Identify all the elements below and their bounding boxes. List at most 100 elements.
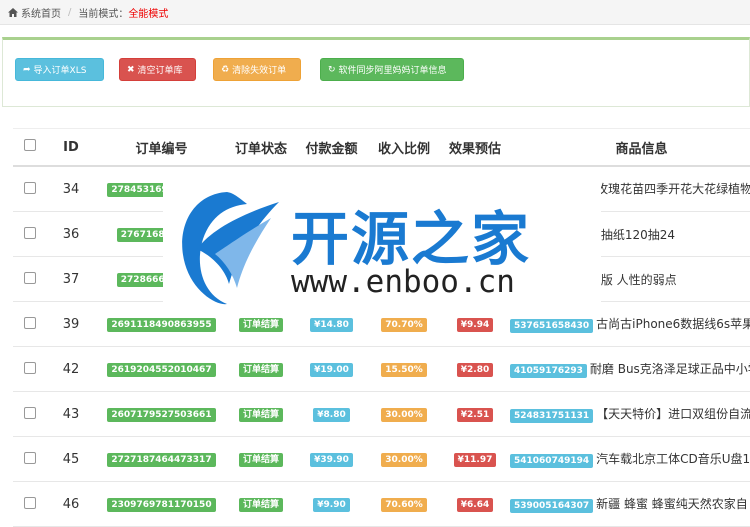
column-header: 商品信息 bbox=[510, 128, 750, 167]
amount-cell: ¥19.00 bbox=[295, 346, 368, 392]
purge-invalid-label: 清除失效订单 bbox=[232, 66, 287, 76]
table-row[interactable]: 37 2728666909352 订单结算 全本无删减版 正版 人性的弱点 bbox=[13, 256, 750, 302]
clear-orders-button[interactable]: ✖ 清空订单库 bbox=[119, 58, 196, 81]
order-id: 34 bbox=[46, 166, 96, 212]
table-row[interactable]: 36 2767168290932 订单结算 亨奇纸巾 婴幼儿抽纸120抽24 bbox=[13, 211, 750, 257]
amount-cell: ¥8.80 bbox=[295, 391, 368, 437]
row-checkbox[interactable] bbox=[23, 226, 36, 239]
order-id: 45 bbox=[46, 436, 96, 482]
ratio-cell bbox=[368, 256, 440, 302]
product-cell: 542232638550 玫瑰花苗四季开花大花绿植物 bbox=[510, 166, 750, 212]
close-icon: ✖ bbox=[127, 64, 135, 75]
order-status-cell: 订单付款 bbox=[227, 166, 295, 212]
column-header: 订单编号 bbox=[96, 128, 227, 167]
column-header: 效果预估 bbox=[440, 128, 510, 167]
order-status-cell: 订单结算 bbox=[227, 301, 295, 347]
estimate-badge: ¥11.97 bbox=[453, 453, 497, 467]
row-checkbox[interactable] bbox=[23, 316, 36, 329]
product-name-link[interactable]: 【天天特价】进口双组份自流 bbox=[596, 407, 750, 421]
product-cell: 亨奇纸巾 婴幼儿抽纸120抽24 bbox=[510, 211, 750, 257]
mode-value: 全能模式 bbox=[128, 8, 169, 20]
estimate-cell: ¥11.97 bbox=[440, 436, 510, 482]
row-checkbox[interactable] bbox=[23, 181, 36, 194]
column-header: 收入比例 bbox=[368, 128, 440, 167]
row-checkbox[interactable] bbox=[23, 496, 36, 509]
clear-orders-label: 清空订单库 bbox=[137, 66, 183, 76]
table-row[interactable]: 34 2784531698241997 订单付款 ¥1.10 10.50% ¥0.12 54… bbox=[13, 166, 750, 212]
column-header: ID bbox=[46, 128, 96, 167]
row-checkbox[interactable] bbox=[23, 271, 36, 284]
item-id-badge: 539005164307 bbox=[510, 499, 594, 513]
estimate-badge: ¥2.51 bbox=[456, 408, 494, 422]
order-status-cell: 订单结算 bbox=[227, 436, 295, 482]
row-select-cell bbox=[13, 166, 46, 212]
product-cell: 全本无删减版 正版 人性的弱点 bbox=[510, 256, 750, 302]
ratio-cell: 15.50% bbox=[368, 346, 440, 392]
amount-cell: ¥9.90 bbox=[295, 481, 368, 527]
row-select-cell bbox=[13, 256, 46, 302]
item-id-badge: 524831751131 bbox=[510, 409, 594, 423]
order-number-cell: 2767168290932 bbox=[96, 211, 227, 257]
product-name-link[interactable]: 古尚古iPhone6数据线6s苹果5 bbox=[596, 317, 750, 331]
row-checkbox[interactable] bbox=[23, 451, 36, 464]
order-number-badge: 2767168290932 bbox=[116, 228, 207, 242]
estimate-cell: ¥2.80 bbox=[440, 346, 510, 392]
row-select-cell bbox=[13, 391, 46, 437]
product-name-link[interactable]: 亨奇纸巾 婴幼儿抽纸120抽24 bbox=[513, 228, 675, 242]
order-number-badge: 2727187464473317 bbox=[107, 453, 216, 467]
row-checkbox[interactable] bbox=[23, 361, 36, 374]
product-cell: 537651658430 古尚古iPhone6数据线6s苹果5 bbox=[510, 301, 750, 347]
order-id: 36 bbox=[46, 211, 96, 257]
import-icon: ➦ bbox=[23, 64, 31, 75]
row-checkbox[interactable] bbox=[23, 406, 36, 419]
import-xls-button[interactable]: ➦ 导入订单XLS bbox=[15, 58, 104, 81]
order-id: 43 bbox=[46, 391, 96, 437]
ratio-cell: 30.00% bbox=[368, 391, 440, 437]
table-row[interactable]: 43 2607179527503661 订单结算 ¥8.80 30.00% ¥2.51 52… bbox=[13, 391, 750, 437]
order-id: 39 bbox=[46, 301, 96, 347]
product-name-link[interactable]: 全本无删减版 正版 人性的弱点 bbox=[513, 273, 677, 287]
product-name-link[interactable]: 耐磨 Bus克洛泽足球正品中小学 bbox=[590, 362, 750, 376]
order-status-badge: 订单结算 bbox=[238, 318, 283, 332]
table-row[interactable]: 42 2619204552010467 订单结算 ¥19.00 15.50% ¥2.80 4… bbox=[13, 346, 750, 392]
estimate-cell bbox=[440, 256, 510, 302]
table-row[interactable]: 46 2309769781170150 订单结算 ¥9.90 70.60% ¥6.64 53… bbox=[13, 481, 750, 527]
order-id: 46 bbox=[46, 481, 96, 527]
order-status-cell: 订单结算 bbox=[227, 391, 295, 437]
amount-badge: ¥9.90 bbox=[313, 498, 350, 512]
order-id: 37 bbox=[46, 256, 96, 302]
estimate-cell: ¥6.64 bbox=[440, 481, 510, 527]
order-number-badge: 2607179527503661 bbox=[107, 408, 216, 422]
product-cell: 41059176293 耐磨 Bus克洛泽足球正品中小学 bbox=[510, 346, 750, 392]
purge-invalid-button[interactable]: ♻ 清除失效订单 bbox=[213, 58, 301, 81]
order-number-badge: 2728666909352 bbox=[116, 273, 207, 287]
ratio-cell: 10.50% bbox=[368, 166, 440, 212]
item-id-badge: 542232638550 bbox=[510, 184, 594, 198]
estimate-badge: ¥6.64 bbox=[456, 498, 494, 512]
order-status-badge: 订单结算 bbox=[238, 453, 283, 467]
order-number-cell: 2728666909352 bbox=[96, 256, 227, 302]
sync-orders-button[interactable]: ↻ 软件同步阿里妈妈订单信息 bbox=[320, 58, 464, 81]
row-select-cell bbox=[13, 346, 46, 392]
recycle-icon: ♻ bbox=[221, 64, 230, 75]
row-select-cell bbox=[13, 481, 46, 527]
table-row[interactable]: 39 2691118490863955 订单结算 ¥14.80 70.70% ¥9.94 5… bbox=[13, 301, 750, 347]
select-all-checkbox[interactable] bbox=[23, 139, 36, 151]
orders-table: ID 订单编号 订单状态 付款金额 收入比例 效果预估 商品信息 34 27845… bbox=[13, 128, 750, 527]
product-name-link[interactable]: 玫瑰花苗四季开花大花绿植物 bbox=[596, 182, 750, 196]
table-row[interactable]: 45 2727187464473317 订单结算 ¥39.90 30.00% ¥11.97… bbox=[13, 436, 750, 482]
breadcrumb-home-link[interactable]: 系统首页 bbox=[21, 5, 61, 20]
estimate-cell: ¥2.51 bbox=[440, 391, 510, 437]
product-name-link[interactable]: 汽车载北京工体CD音乐U盘16 bbox=[596, 452, 750, 466]
row-select-cell bbox=[13, 211, 46, 257]
estimate-badge: ¥0.12 bbox=[456, 183, 494, 197]
column-header: 订单状态 bbox=[227, 128, 295, 167]
product-name-link[interactable]: 新疆 蜂蜜 蜂蜜纯天然农家自 bbox=[596, 497, 748, 511]
order-number-cell: 2784531698241997 bbox=[96, 166, 227, 212]
amount-badge: ¥39.90 bbox=[310, 453, 353, 467]
amount-cell: ¥39.90 bbox=[295, 436, 368, 482]
table-header-row: ID 订单编号 订单状态 付款金额 收入比例 效果预估 商品信息 bbox=[13, 128, 750, 167]
product-cell: 539005164307 新疆 蜂蜜 蜂蜜纯天然农家自 bbox=[510, 481, 750, 527]
amount-cell bbox=[295, 211, 368, 257]
amount-cell: ¥14.80 bbox=[295, 301, 368, 347]
